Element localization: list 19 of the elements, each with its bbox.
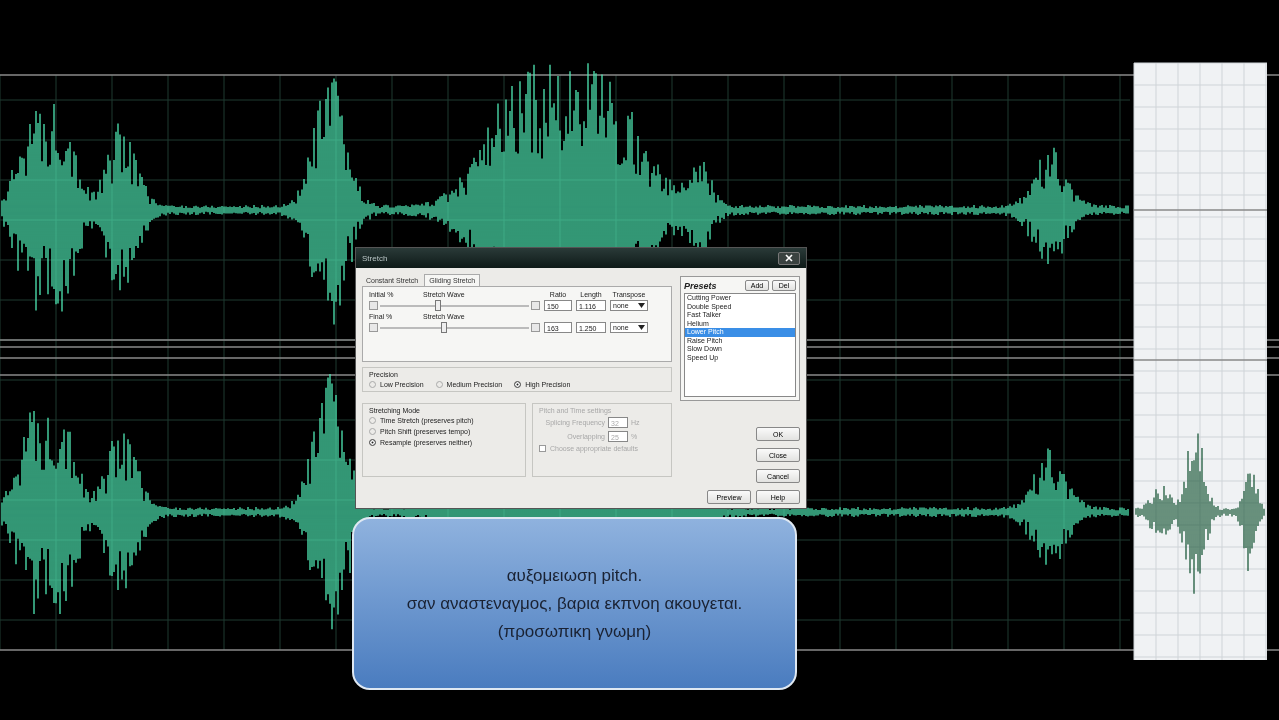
dropdown-arrow-icon — [638, 303, 645, 308]
slider[interactable] — [369, 300, 540, 311]
radio-button[interactable] — [369, 439, 376, 446]
caption-text: (προσωπικη γνωμη) — [497, 620, 652, 643]
slider-thumb[interactable] — [435, 299, 442, 311]
caption-text: αυξομειωση pitch. — [506, 564, 643, 587]
slider-thumb[interactable] — [441, 321, 448, 333]
close-button[interactable] — [778, 251, 800, 265]
caption-text: σαν αναστεναγμος, βαρια εκπνοη ακουγεται. — [406, 592, 743, 615]
slider-arrow-button[interactable] — [531, 323, 540, 332]
dropdown-arrow-icon — [638, 325, 645, 330]
slider-arrow-button[interactable] — [369, 301, 378, 310]
presets-title: Presets — [684, 280, 718, 291]
radio-button[interactable] — [514, 381, 522, 388]
window-title: Stretch — [362, 253, 388, 263]
close-icon — [785, 254, 793, 262]
slider[interactable] — [369, 322, 540, 333]
slider-arrow-button[interactable] — [531, 301, 540, 310]
slider-arrow-button[interactable] — [369, 323, 378, 332]
